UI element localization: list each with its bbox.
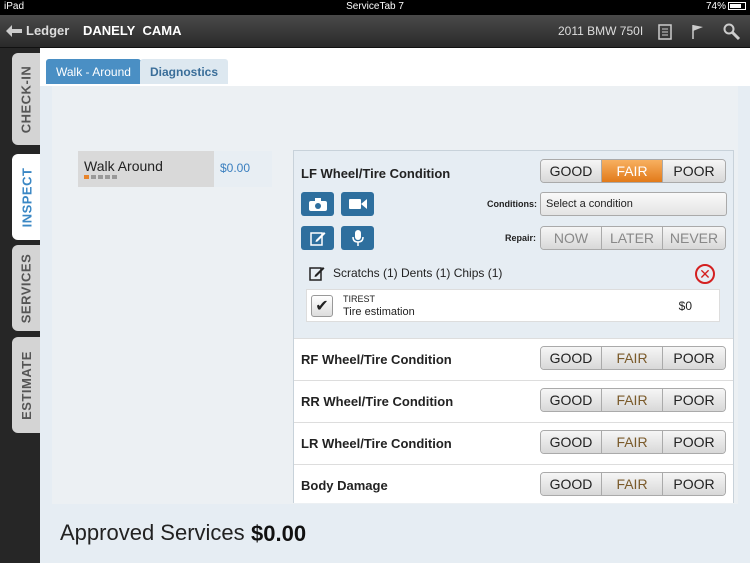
approved-services-value: $0.00: [251, 521, 307, 546]
repair-label: Repair:: [505, 233, 537, 243]
lf-condition-segment: GOOD FAIR POOR: [540, 159, 726, 183]
wrench-icon[interactable]: [722, 22, 742, 42]
back-button[interactable]: Ledger: [6, 23, 69, 38]
microphone-button[interactable]: [341, 226, 374, 250]
lr-poor-button[interactable]: POOR: [663, 431, 725, 453]
edit-icon: [309, 232, 325, 246]
tab-bar: Walk - Around Diagnostics: [40, 48, 750, 86]
top-bar: Ledger DANELY CAMA 2011 BMW 750I: [0, 15, 750, 48]
walk-around-progress: [84, 175, 117, 179]
vehicle-label: 2011 BMW 750I: [558, 24, 644, 38]
remove-icon[interactable]: ✕: [695, 264, 715, 284]
customer-name: DANELY CAMA: [83, 23, 182, 38]
notes-icon[interactable]: [655, 22, 675, 42]
body-good-button[interactable]: GOOD: [541, 473, 602, 495]
flag-icon[interactable]: [688, 22, 708, 42]
rf-good-button[interactable]: GOOD: [541, 347, 602, 369]
lf-good-button[interactable]: GOOD: [541, 160, 602, 182]
service-checkbox[interactable]: ✔: [311, 295, 333, 317]
edit-note-button[interactable]: [301, 226, 334, 250]
rr-condition-segment: GOOD FAIR POOR: [540, 388, 726, 412]
rr-good-button[interactable]: GOOD: [541, 389, 602, 411]
body-poor-button[interactable]: POOR: [663, 473, 725, 495]
repair-now-button[interactable]: NOW: [541, 227, 602, 249]
damage-summary-text: Scratchs (1) Dents (1) Chips (1): [333, 266, 503, 280]
lf-fair-button[interactable]: FAIR: [602, 160, 663, 182]
service-amount: $0: [678, 299, 692, 313]
damage-summary[interactable]: Scratchs (1) Dents (1) Chips (1): [309, 265, 502, 281]
body-damage-title: Body Damage: [301, 478, 388, 493]
approved-services-footer: Approved Services $0.00: [40, 508, 750, 563]
approved-services-label: Approved Services: [60, 520, 245, 545]
repair-later-button[interactable]: LATER: [602, 227, 663, 249]
app-title: ServiceTab 7: [346, 1, 404, 12]
side-nav: CHECK-IN INSPECT SERVICES ESTIMATE: [0, 48, 42, 563]
lf-poor-button[interactable]: POOR: [663, 160, 725, 182]
rr-poor-button[interactable]: POOR: [663, 389, 725, 411]
service-item[interactable]: ✔ TIREST Tire estimation $0: [306, 289, 720, 322]
video-button[interactable]: [341, 192, 374, 216]
rf-condition-segment: GOOD FAIR POOR: [540, 346, 726, 370]
body-damage-row: Body Damage GOOD FAIR POOR: [294, 464, 733, 503]
repair-never-button[interactable]: NEVER: [663, 227, 725, 249]
content-area: Walk Around $0.00 LF Wheel/Tire Conditio…: [52, 86, 738, 504]
lr-wheel-title: LR Wheel/Tire Condition: [301, 436, 452, 451]
walk-around-item[interactable]: Walk Around $0.00: [78, 151, 272, 187]
back-arrow-icon: [6, 24, 22, 37]
lr-good-button[interactable]: GOOD: [541, 431, 602, 453]
rr-fair-button[interactable]: FAIR: [602, 389, 663, 411]
video-camera-icon: [348, 199, 367, 209]
main-area: Walk - Around Diagnostics Walk Around $0…: [40, 48, 750, 563]
rr-wheel-row: RR Wheel/Tire Condition GOOD FAIR POOR: [294, 380, 733, 422]
lf-wheel-section: LF Wheel/Tire Condition GOOD FAIR POOR C…: [294, 151, 733, 338]
side-nav-check-in[interactable]: CHECK-IN: [12, 53, 40, 145]
inspection-panel: LF Wheel/Tire Condition GOOD FAIR POOR C…: [293, 150, 734, 503]
body-fair-button[interactable]: FAIR: [602, 473, 663, 495]
camera-icon: [308, 197, 327, 211]
side-nav-inspect[interactable]: INSPECT: [12, 154, 42, 240]
tab-diagnostics[interactable]: Diagnostics: [140, 59, 229, 84]
status-bar: iPad ServiceTab 7 74%: [0, 0, 750, 15]
rf-poor-button[interactable]: POOR: [663, 347, 725, 369]
service-code: TIREST: [343, 294, 376, 304]
lr-condition-segment: GOOD FAIR POOR: [540, 430, 726, 454]
microphone-icon: [351, 230, 364, 246]
conditions-label: Conditions:: [487, 199, 537, 209]
walk-around-price: $0.00: [214, 151, 272, 187]
back-label: Ledger: [26, 23, 70, 38]
rf-wheel-row: RF Wheel/Tire Condition GOOD FAIR POOR: [294, 338, 733, 380]
service-description: Tire estimation: [343, 306, 415, 318]
side-nav-estimate[interactable]: ESTIMATE: [12, 337, 40, 433]
lr-wheel-row: LR Wheel/Tire Condition GOOD FAIR POOR: [294, 422, 733, 464]
rf-fair-button[interactable]: FAIR: [602, 347, 663, 369]
rf-wheel-title: RF Wheel/Tire Condition: [301, 352, 452, 367]
battery-icon: [728, 2, 746, 11]
battery-indicator: 74%: [706, 1, 746, 12]
side-nav-services[interactable]: SERVICES: [12, 245, 40, 331]
tab-walk-around[interactable]: Walk - Around: [46, 59, 141, 84]
edit-note-icon: [309, 267, 325, 281]
rr-wheel-title: RR Wheel/Tire Condition: [301, 394, 454, 409]
conditions-select[interactable]: Select a condition: [540, 192, 727, 216]
camera-button[interactable]: [301, 192, 334, 216]
lf-wheel-title: LF Wheel/Tire Condition: [301, 166, 451, 181]
walk-around-name: Walk Around: [84, 158, 163, 174]
repair-segment: NOW LATER NEVER: [540, 226, 726, 250]
body-damage-condition-segment: GOOD FAIR POOR: [540, 472, 726, 496]
lr-fair-button[interactable]: FAIR: [602, 431, 663, 453]
